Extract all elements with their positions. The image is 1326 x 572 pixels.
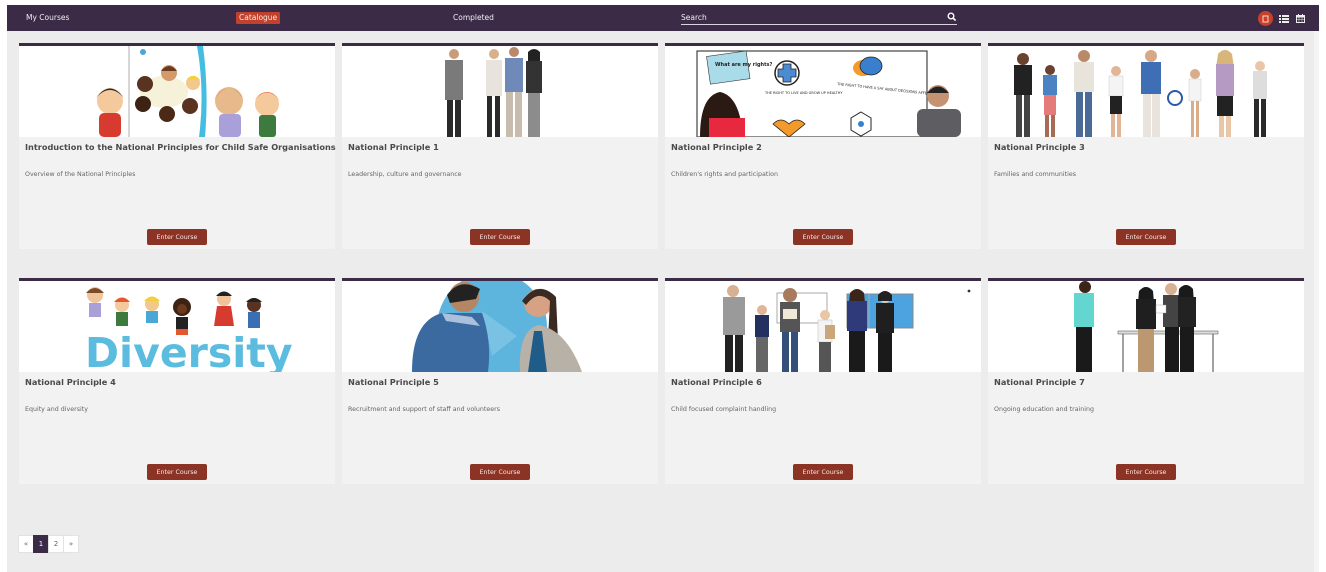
list-view-icon (1278, 14, 1289, 23)
course-image-cartoon-children[interactable] (19, 46, 335, 137)
course-image-interview[interactable] (342, 281, 658, 372)
enter-course-button[interactable]: Enter Course (1116, 229, 1176, 245)
course-description: Leadership, culture and governance (348, 171, 462, 178)
enter-course-button[interactable]: Enter Course (470, 464, 530, 480)
pagination-page-2[interactable]: 2 (48, 535, 64, 553)
course-title[interactable]: National Principle 6 (671, 377, 762, 387)
pagination-page-1[interactable]: 1 (33, 535, 49, 553)
course-image-rights-whiteboard[interactable]: What are my rights? THE RIGHT TO LIVE AN… (665, 46, 981, 137)
course-title[interactable]: National Principle 1 (348, 142, 439, 152)
search-icon[interactable] (947, 12, 957, 22)
course-card: Introduction to the National Principles … (19, 43, 336, 249)
calendar-view-icon (1296, 14, 1305, 23)
sticky-note-text: What are my rights? (715, 62, 772, 68)
course-image-training[interactable] (988, 281, 1304, 372)
pagination: « 1 2 » (18, 535, 79, 553)
top-navbar: My Courses Catalogue Completed (7, 5, 1319, 31)
course-card: National Principle 6 Child focused compl… (665, 278, 981, 484)
enter-course-button[interactable]: Enter Course (470, 229, 530, 245)
catalogue-page: My Courses Catalogue Completed Search In… (7, 5, 1319, 572)
course-title[interactable]: National Principle 2 (671, 142, 762, 152)
nav-my-courses[interactable]: My Courses (23, 12, 72, 24)
course-description: Children's rights and participation (671, 171, 778, 178)
scrollbar[interactable] (1314, 31, 1319, 572)
tile-view-button[interactable] (1258, 11, 1273, 26)
course-image-diversity[interactable]: Diversity (19, 281, 335, 372)
list-view-button[interactable] (1276, 11, 1291, 26)
course-title[interactable]: National Principle 5 (348, 377, 439, 387)
pagination-next[interactable]: » (63, 535, 79, 553)
course-description: Recruitment and support of staff and vol… (348, 406, 500, 413)
search-input[interactable] (681, 11, 941, 24)
course-card: National Principle 3 Families and commun… (988, 43, 1304, 249)
search-box (681, 11, 957, 25)
course-title[interactable]: Introduction to the National Principles … (25, 142, 336, 152)
enter-course-button[interactable]: Enter Course (1116, 464, 1176, 480)
course-card: National Principle 7 Ongoing education a… (988, 278, 1304, 484)
pagination-prev[interactable]: « (18, 535, 34, 553)
course-title[interactable]: National Principle 7 (994, 377, 1085, 387)
nav-completed[interactable]: Completed (450, 12, 497, 24)
course-image-business-people[interactable] (342, 46, 658, 137)
course-description: Equity and diversity (25, 406, 88, 413)
tile-view-icon (1262, 15, 1269, 22)
course-card: National Principle 5 Recruitment and sup… (342, 278, 658, 484)
course-card: Diversity National Principle 4 Equity an… (19, 278, 335, 484)
course-description: Ongoing education and training (994, 406, 1095, 413)
course-card: National Principle 1 Leadership, culture… (342, 43, 658, 249)
calendar-view-button[interactable] (1293, 11, 1308, 26)
enter-course-button[interactable]: Enter Course (793, 229, 853, 245)
course-image-school-staff[interactable] (665, 281, 981, 372)
course-card: What are my rights? THE RIGHT TO LIVE AN… (665, 43, 981, 249)
course-description: Child focused complaint handling (671, 406, 777, 413)
enter-course-button[interactable]: Enter Course (147, 229, 207, 245)
course-description: Families and communities (994, 171, 1076, 178)
course-description: Overview of the National Principles (25, 171, 136, 178)
enter-course-button[interactable]: Enter Course (793, 464, 853, 480)
diversity-word: Diversity (85, 329, 293, 372)
course-title[interactable]: National Principle 4 (25, 377, 116, 387)
course-title[interactable]: National Principle 3 (994, 142, 1085, 152)
enter-course-button[interactable]: Enter Course (147, 464, 207, 480)
course-image-families-group[interactable] (988, 46, 1304, 137)
nav-catalogue[interactable]: Catalogue (236, 12, 281, 24)
whiteboard-text-1: THE RIGHT TO LIVE AND GROW UP HEALTHY (764, 91, 843, 95)
